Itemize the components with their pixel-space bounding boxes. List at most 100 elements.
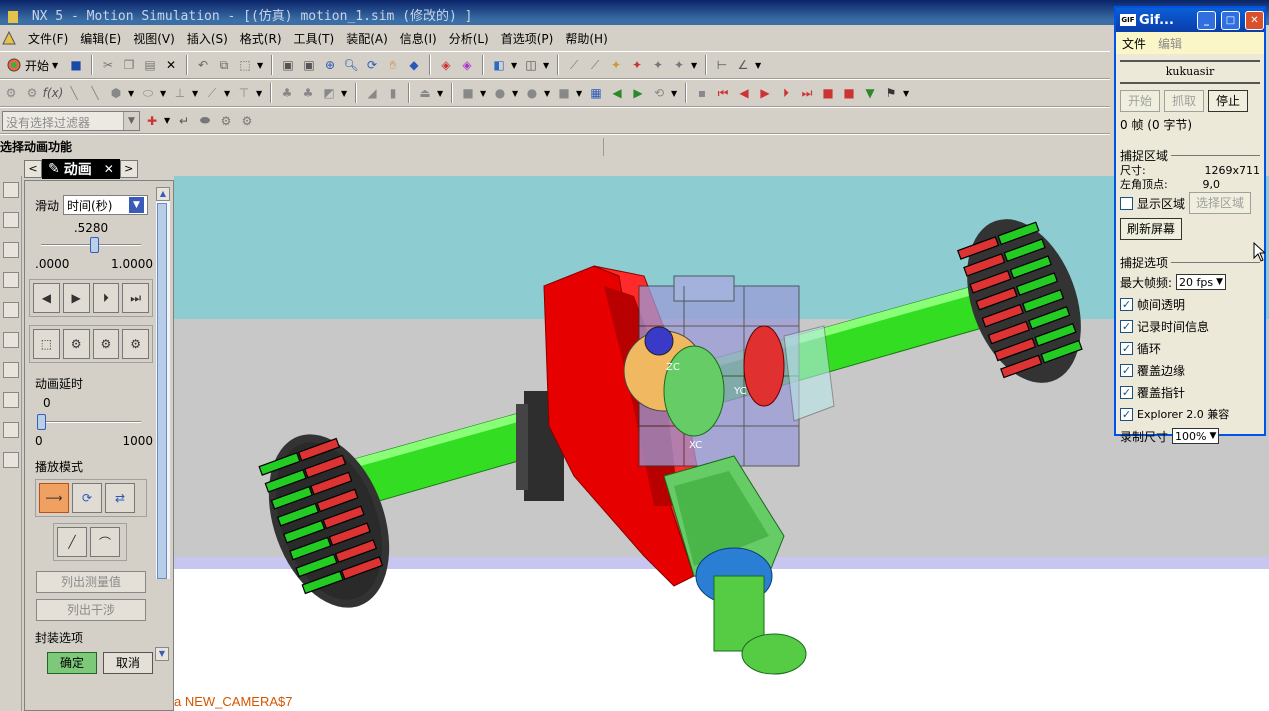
part-navigator-icon[interactable] [3, 242, 19, 258]
perspective-icon[interactable]: ◆ [405, 56, 423, 74]
envelope-button[interactable]: ⌒ [90, 527, 120, 557]
rotate-icon[interactable]: ⟳ [363, 56, 381, 74]
web-browser-icon[interactable] [3, 362, 19, 378]
menu-edit[interactable]: 编辑(E) [74, 28, 127, 49]
slider-mode-select[interactable]: 时间(秒) ▼ [63, 195, 149, 215]
trace-button[interactable]: ⚙ [62, 329, 90, 359]
scroll-track[interactable] [156, 201, 170, 579]
pause-icon[interactable]: ■ [819, 84, 837, 102]
chevron-down-icon[interactable]: ▼ [160, 89, 168, 98]
menu-information[interactable]: 信息(I) [394, 28, 443, 49]
list-measurements-button[interactable]: 列出测量值 [36, 571, 146, 593]
chevron-down-icon[interactable]: ▼ [512, 89, 520, 98]
sensor-icon[interactable]: ⊤ [235, 84, 253, 102]
frame-transparent-checkbox[interactable]: ✓ [1120, 297, 1133, 311]
chevron-down-icon[interactable]: ▼ [164, 116, 172, 125]
menu-format[interactable]: 格式(R) [234, 28, 288, 49]
command-finder-icon[interactable]: ⬚ [236, 56, 254, 74]
fit-icon[interactable]: ▣ [300, 56, 318, 74]
environment-icon[interactable]: ⚙ [2, 84, 20, 102]
show-area-checkbox[interactable] [1120, 196, 1133, 210]
graph-icon[interactable]: ● [491, 84, 509, 102]
constraint-navigator-icon[interactable] [3, 212, 19, 228]
true-shading-icon[interactable]: ◈ [437, 56, 455, 74]
spreadsheet-icon[interactable]: ■ [555, 84, 573, 102]
interference-icon[interactable]: ◩ [320, 84, 338, 102]
rendering-style-icon[interactable]: ◧ [490, 56, 508, 74]
animation-panel-title[interactable]: ✎ 动画 [42, 159, 98, 179]
step-forward-button[interactable]: ⏵ [92, 283, 120, 313]
stop-icon[interactable]: ■ [840, 84, 858, 102]
measure-distance-icon[interactable]: ⊢ [713, 56, 731, 74]
motion-navigator-icon[interactable] [3, 302, 19, 318]
menu-assembly[interactable]: 装配(A) [340, 28, 394, 49]
joint-icon[interactable]: ╲ [86, 84, 104, 102]
trace-path-button[interactable]: ╱ [57, 527, 87, 557]
wcs-display-icon[interactable]: ✦ [670, 56, 688, 74]
refresh-screen-button[interactable]: 刷新屏幕 [1120, 218, 1183, 240]
animation-icon[interactable]: ■ [459, 84, 477, 102]
measure-angle-icon[interactable]: ∠ [734, 56, 752, 74]
wcs-rotate-icon[interactable]: ✦ [628, 56, 646, 74]
measure-button[interactable]: ⚙ [122, 329, 149, 359]
step-forward-icon[interactable]: ⏵ [777, 84, 795, 102]
gif-menu-edit[interactable]: 编辑 [1158, 35, 1182, 52]
body-select-icon[interactable]: ⬬ [196, 112, 214, 130]
wcs-icon[interactable]: ⟋ [565, 56, 583, 74]
undo-icon[interactable]: ↶ [194, 56, 212, 74]
start-button[interactable]: 开始 ▼ [2, 57, 64, 74]
spring-icon[interactable]: ⬭ [139, 84, 157, 102]
marker-icon[interactable]: ⟋ [203, 84, 221, 102]
packaging-icon[interactable]: ⏏ [416, 84, 434, 102]
record-time-checkbox[interactable]: ✓ [1120, 319, 1133, 333]
gif-start-button[interactable]: 开始 [1120, 90, 1160, 112]
chevron-down-icon[interactable]: ▼ [341, 89, 349, 98]
menu-tools[interactable]: 工具(T) [288, 28, 341, 49]
step-back-button[interactable]: ◀ [33, 283, 60, 313]
chevron-down-icon[interactable]: ▼ [256, 89, 264, 98]
wcs-origin-icon[interactable]: ⟋ [586, 56, 604, 74]
max-fps-select[interactable]: 20 fps ▼ [1176, 274, 1227, 290]
chevron-down-icon[interactable]: ▼ [437, 89, 445, 98]
scroll-up-icon[interactable]: ▲ [156, 187, 170, 201]
select-area-button[interactable]: 选择区域 [1189, 192, 1252, 214]
function-icon[interactable]: f(x) [43, 84, 64, 102]
force-icon[interactable]: ⊥ [171, 84, 189, 102]
close-icon[interactable]: ✕ [1245, 10, 1264, 30]
motion-body-icon[interactable]: ⚙ [23, 84, 41, 102]
menu-insert[interactable]: 插入(S) [181, 28, 234, 49]
menu-view[interactable]: 视图(V) [127, 28, 181, 49]
arrow-left-icon[interactable]: ◀ [608, 84, 626, 102]
arrow-right-icon[interactable]: ▶ [629, 84, 647, 102]
slider-thumb[interactable] [89, 237, 99, 253]
chevron-down-icon[interactable]: ▼ [128, 89, 136, 98]
link-icon[interactable]: ╲ [65, 84, 83, 102]
step-icon[interactable]: ▪ [693, 84, 711, 102]
chevron-down-icon[interactable]: ▼ [671, 89, 679, 98]
loop-checkbox[interactable]: ✓ [1120, 341, 1133, 355]
panel-scrollbar[interactable]: ▲ [156, 187, 170, 677]
wcs-orient-icon[interactable]: ✦ [649, 56, 667, 74]
delete-icon[interactable]: ✕ [162, 56, 180, 74]
gif-stop-button[interactable]: 停止 [1208, 90, 1248, 112]
articulation-icon[interactable]: ● [523, 84, 541, 102]
copy-icon[interactable]: ❐ [120, 56, 138, 74]
save-icon[interactable]: ■ [67, 56, 85, 74]
chevron-down-icon[interactable]: ▼ [903, 89, 911, 98]
cover-edge-checkbox[interactable]: ✓ [1120, 363, 1133, 377]
play-icon[interactable]: ▶ [756, 84, 774, 102]
first-frame-icon[interactable]: ⏮ [714, 84, 732, 102]
chevron-down-icon[interactable]: ▼ [224, 89, 232, 98]
delay-slider[interactable] [29, 414, 153, 430]
gif-menu-file[interactable]: 文件 [1122, 35, 1146, 52]
scroll-thumb[interactable] [157, 203, 167, 579]
scroll-down-icon[interactable]: ▼ [155, 647, 169, 661]
selection-scope-icon[interactable]: ✚ [143, 112, 161, 130]
chevron-left-icon[interactable]: < [24, 160, 42, 178]
cover-pointer-checkbox[interactable]: ✓ [1120, 385, 1133, 399]
menu-file[interactable]: 文件(F) [22, 28, 74, 49]
orient-view-icon[interactable]: ◫ [522, 56, 540, 74]
finish-icon[interactable]: ⚑ [882, 84, 900, 102]
graphics-window[interactable]: ZC YC XC a NEW_CAMERA$7 [174, 176, 1269, 711]
palette-icon[interactable] [3, 392, 19, 408]
